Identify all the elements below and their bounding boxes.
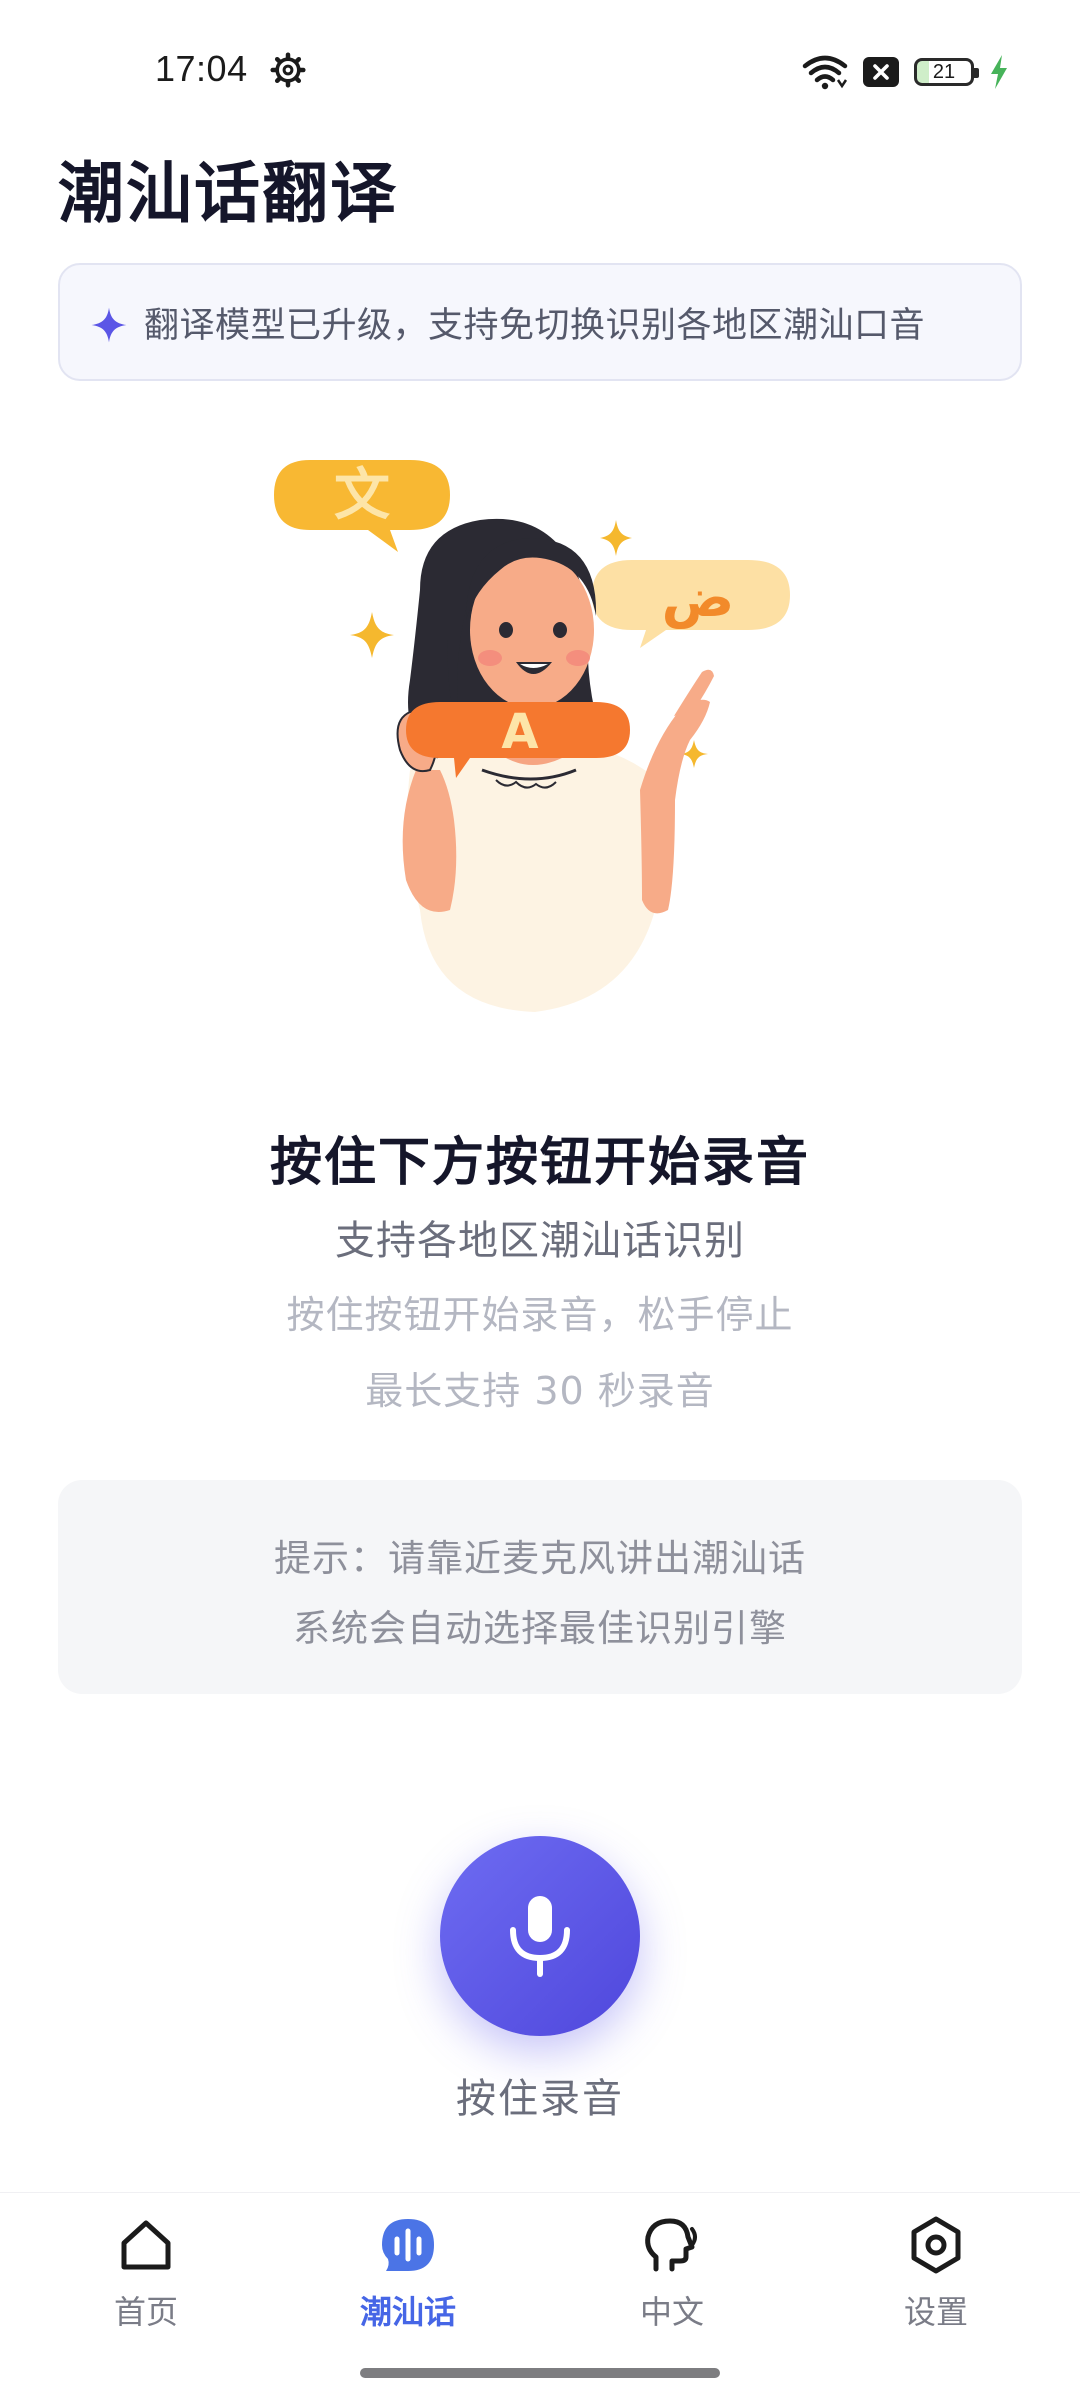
record-label: 按住录音 bbox=[456, 2076, 624, 2122]
speaking-head-icon bbox=[645, 2218, 697, 2272]
upgrade-banner: 翻译模型已升级，支持免切换识别各地区潮汕口音 bbox=[58, 263, 1022, 381]
tip-line-microphone: 提示：请靠近麦克风讲出潮汕话 bbox=[274, 1537, 806, 1580]
battery-level: 21 bbox=[932, 60, 956, 83]
bubble-chinese-char: 文 bbox=[334, 463, 390, 528]
charging-bolt-icon bbox=[991, 55, 1007, 89]
nav-label-home: 首页 bbox=[113, 2293, 178, 2331]
translator-girl-illustration: 文 ض A bbox=[274, 460, 790, 1012]
wifi-icon bbox=[802, 55, 848, 90]
hexagon-settings-icon bbox=[911, 2216, 961, 2274]
microphone-icon bbox=[510, 1896, 570, 1977]
bubble-latin-char: A bbox=[501, 704, 538, 760]
tip-box: 提示：请靠近麦克风讲出潮汕话 系统会自动选择最佳识别引擎 bbox=[58, 1480, 1022, 1694]
home-indicator[interactable] bbox=[360, 2368, 720, 2378]
chinese-speech-bubble: 文 bbox=[274, 460, 450, 552]
status-icons: 21 bbox=[802, 52, 1010, 92]
app-screen: 17:04 21 潮汕话翻译 翻译模型已升级，支持免切换识别各地区潮汕口音 文 … bbox=[0, 0, 1080, 2400]
nav-item-home[interactable]: 首页 bbox=[46, 2215, 246, 2333]
instruction-line-hold: 按住按钮开始录音，松手停止 bbox=[286, 1293, 794, 1337]
nav-label-settings: 设置 bbox=[903, 2293, 968, 2331]
tip-line-engine: 系统会自动选择最佳识别引擎 bbox=[293, 1607, 787, 1650]
instruction-line-duration: 最长支持 30 秒录音 bbox=[365, 1369, 715, 1413]
status-time: 17:04 bbox=[155, 48, 248, 89]
nav-item-settings[interactable]: 设置 bbox=[836, 2215, 1036, 2333]
sim-off-icon bbox=[863, 57, 899, 87]
battery-icon: 21 bbox=[914, 58, 979, 86]
arabic-speech-bubble: ض bbox=[592, 560, 790, 648]
nav-label-chaoshan: 潮汕话 bbox=[359, 2293, 456, 2331]
voice-bubble-icon bbox=[382, 2219, 434, 2271]
gear-icon bbox=[270, 52, 306, 88]
page-title: 潮汕话翻译 bbox=[58, 155, 398, 232]
nav-label-chinese: 中文 bbox=[639, 2293, 704, 2331]
record-button[interactable] bbox=[440, 1836, 640, 2036]
instruction-title: 按住下方按钮开始录音 bbox=[269, 1133, 810, 1193]
banner-text: 翻译模型已升级，支持免切换识别各地区潮汕口音 bbox=[144, 305, 926, 346]
nav-item-chinese[interactable]: 中文 bbox=[572, 2215, 772, 2333]
nav-item-chaoshan[interactable]: 潮汕话 bbox=[308, 2215, 508, 2333]
bubble-arabic-char: ض bbox=[662, 566, 735, 630]
status-bar: 17:04 21 bbox=[0, 0, 1080, 140]
sparkle-icon bbox=[91, 307, 127, 343]
home-icon bbox=[121, 2220, 171, 2270]
instruction-subtitle: 支持各地区潮汕话识别 bbox=[335, 1218, 745, 1264]
